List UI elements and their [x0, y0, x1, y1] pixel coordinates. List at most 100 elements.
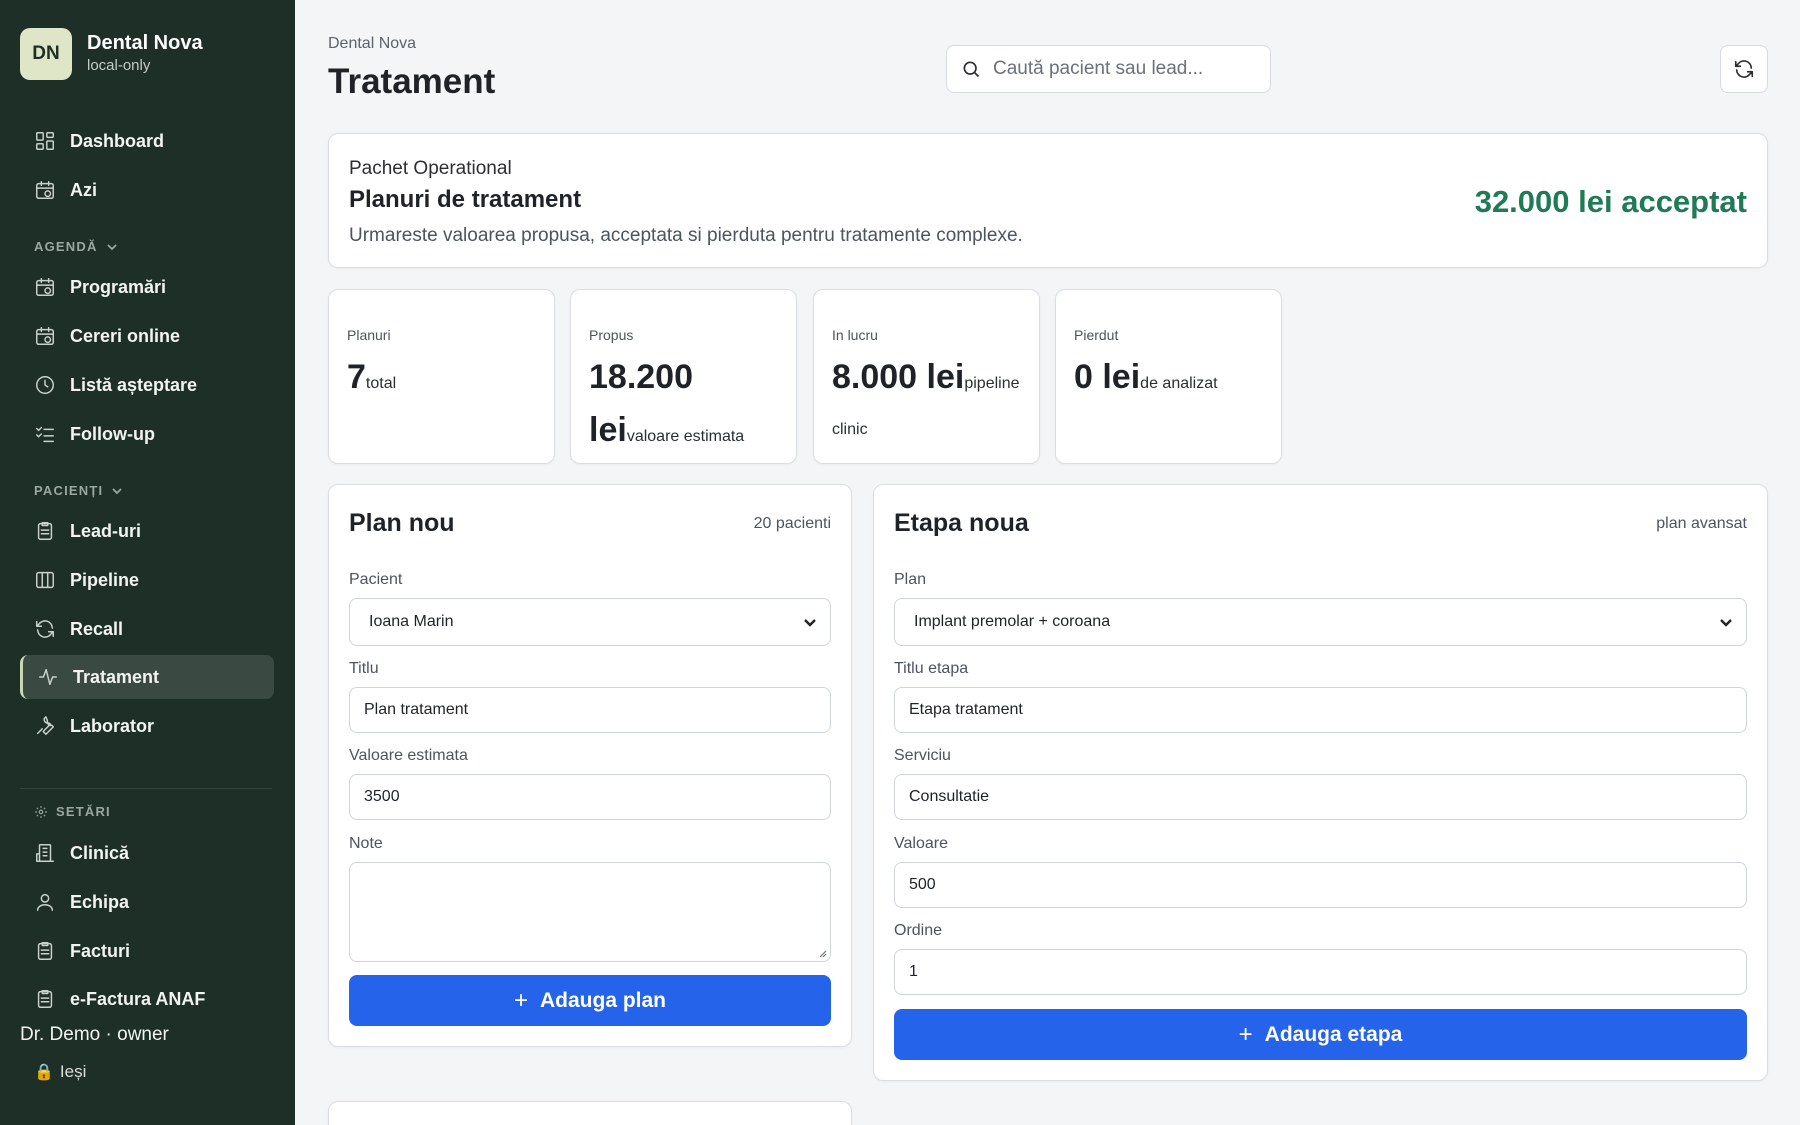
chevron-down-icon — [106, 241, 118, 253]
sidebar-item-label: Lead-uri — [70, 520, 142, 541]
sidebar-item-recall[interactable]: Recall — [20, 607, 274, 651]
sidebar-item-programari[interactable]: Programări — [20, 265, 274, 309]
sidebar-item-lead-uri[interactable]: Lead-uri — [20, 509, 274, 553]
plan-select[interactable]: Implant premolar + coroana — [894, 598, 1747, 646]
plan-title-input[interactable]: Plan tratament — [349, 687, 831, 733]
stat-label: Propus — [589, 327, 634, 343]
form-title: Etapa noua — [894, 509, 1029, 537]
clipboard-icon — [34, 940, 56, 962]
user-icon — [34, 891, 56, 913]
search-icon — [963, 61, 980, 78]
sidebar-item-label: Programări — [70, 276, 167, 297]
accepted-value: 32.000 lei acceptat — [1474, 184, 1747, 219]
sidebar-item-laborator[interactable]: Laborator — [20, 704, 274, 748]
notes-label: Note — [349, 835, 383, 852]
calendar-icon — [34, 325, 56, 347]
grid-icon — [34, 130, 56, 152]
sidebar-item-label: Cereri online — [70, 325, 181, 346]
sidebar-item-tratament[interactable]: Tratament — [20, 655, 274, 699]
resize-handle-icon[interactable] — [817, 948, 827, 958]
order-input[interactable]: 1 — [894, 949, 1747, 995]
breadcrumb[interactable]: Dental Nova — [328, 35, 416, 53]
search-input[interactable] — [993, 58, 1253, 80]
sidebar-item-azi[interactable]: Azi — [20, 168, 274, 212]
refresh-button[interactable] — [1720, 45, 1768, 93]
summary-description: Urmareste valoarea propusa, acceptata si… — [349, 225, 1023, 246]
sidebar-item-label: Azi — [70, 179, 97, 200]
patient-label: Pacient — [349, 571, 403, 588]
new-stage-form: Etapa noua plan avansat Plan Implant pre… — [873, 484, 1768, 1081]
page-title: Tratament — [328, 62, 496, 101]
summary-title: Planuri de tratament — [349, 186, 582, 213]
stat-label: Planuri — [347, 327, 391, 343]
plus-icon: + — [513, 986, 528, 1014]
section-label: PACIENȚI — [34, 483, 104, 498]
sidebar-item-label: Dashboard — [70, 130, 165, 151]
sidebar-item-facturi[interactable]: Facturi — [20, 929, 274, 973]
stat-value: 0 lei — [1074, 358, 1141, 396]
logout-button[interactable]: 🔒 Ieși — [34, 1062, 86, 1082]
building-icon — [34, 842, 56, 864]
sidebar-item-lista-asteptare[interactable]: Listă așteptare — [20, 363, 274, 407]
sidebar-item-follow-up[interactable]: Follow-up — [20, 412, 274, 456]
add-stage-button[interactable]: + Adauga etapa — [894, 1009, 1747, 1060]
next-card — [328, 1101, 852, 1125]
stage-value-label: Valoare — [894, 835, 948, 852]
brand[interactable]: DN Dental Nova local-only — [20, 28, 203, 80]
service-input[interactable]: Consultatie — [894, 774, 1747, 820]
refresh-icon — [1734, 60, 1754, 78]
stage-value-input[interactable]: 500 — [894, 862, 1747, 908]
estimated-value-label: Valoare estimata — [349, 747, 468, 764]
section-label: SETĂRI — [56, 804, 111, 819]
refresh-icon — [34, 618, 56, 640]
stat-suffix: valoare estimata — [626, 428, 745, 445]
sidebar-item-clinica[interactable]: Clinică — [20, 831, 274, 875]
user-info: Dr. Demo · owner — [20, 1024, 169, 1045]
plan-status: plan avansat — [1656, 515, 1747, 532]
sidebar: DN Dental Nova local-only Dashboard Azi … — [0, 0, 295, 1125]
sidebar-item-echipa[interactable]: Echipa — [20, 880, 274, 924]
title-label: Titlu — [349, 660, 379, 677]
search-box[interactable] — [946, 45, 1271, 93]
summary-kicker: Pachet Operational — [349, 158, 512, 179]
section-agenda[interactable]: AGENDĂ — [34, 239, 118, 254]
add-plan-button[interactable]: + Adauga plan — [349, 975, 831, 1026]
activity-icon — [37, 666, 59, 688]
stat-card-pierdut: Pierdut 0 leide analizat — [1055, 289, 1282, 464]
stat-suffix: de analizat — [1140, 375, 1218, 392]
section-setari[interactable]: SETĂRI — [34, 804, 111, 819]
sidebar-item-pipeline[interactable]: Pipeline — [20, 558, 274, 602]
stat-card-propus: Propus 18.200 leivaloare estimata — [570, 289, 797, 464]
notes-textarea[interactable] — [349, 862, 831, 962]
clipboard-icon — [34, 988, 56, 1010]
stat-suffix: total — [365, 375, 397, 392]
plan-label: Plan — [894, 571, 927, 588]
estimated-value-input[interactable]: 3500 — [349, 774, 831, 820]
chevron-down-icon — [804, 619, 816, 627]
sidebar-item-dashboard[interactable]: Dashboard — [20, 119, 274, 163]
lock-icon: 🔒 — [34, 1064, 54, 1081]
plus-icon: + — [1238, 1020, 1253, 1048]
sidebar-item-label: Clinică — [70, 842, 130, 863]
stat-value: 7 — [347, 358, 366, 396]
stage-title-label: Titlu etapa — [894, 660, 969, 677]
sidebar-item-cereri-online[interactable]: Cereri online — [20, 314, 274, 358]
patient-count: 20 pacienti — [753, 515, 831, 532]
stat-label: Pierdut — [1074, 327, 1119, 343]
chevron-down-icon — [1720, 619, 1732, 627]
stage-title-input[interactable]: Etapa tratament — [894, 687, 1747, 733]
sidebar-item-e-factura[interactable]: e-Factura ANAF — [20, 977, 274, 1021]
sidebar-item-label: Recall — [70, 618, 124, 639]
gear-icon — [34, 805, 48, 819]
chevron-down-icon — [111, 485, 123, 497]
stat-card-planuri: Planuri 7total — [328, 289, 555, 464]
plan-select-value: Implant premolar + coroana — [914, 613, 1111, 630]
patient-select[interactable]: Ioana Marin — [349, 598, 831, 646]
new-plan-form: Plan nou 20 pacienti Pacient Ioana Marin… — [328, 484, 852, 1047]
wrench-icon — [34, 715, 56, 737]
section-pacienti[interactable]: PACIENȚI — [34, 483, 123, 498]
calendar-icon — [34, 276, 56, 298]
sidebar-divider — [20, 788, 272, 789]
sidebar-item-label: Tratament — [73, 666, 160, 687]
service-label: Serviciu — [894, 747, 951, 764]
